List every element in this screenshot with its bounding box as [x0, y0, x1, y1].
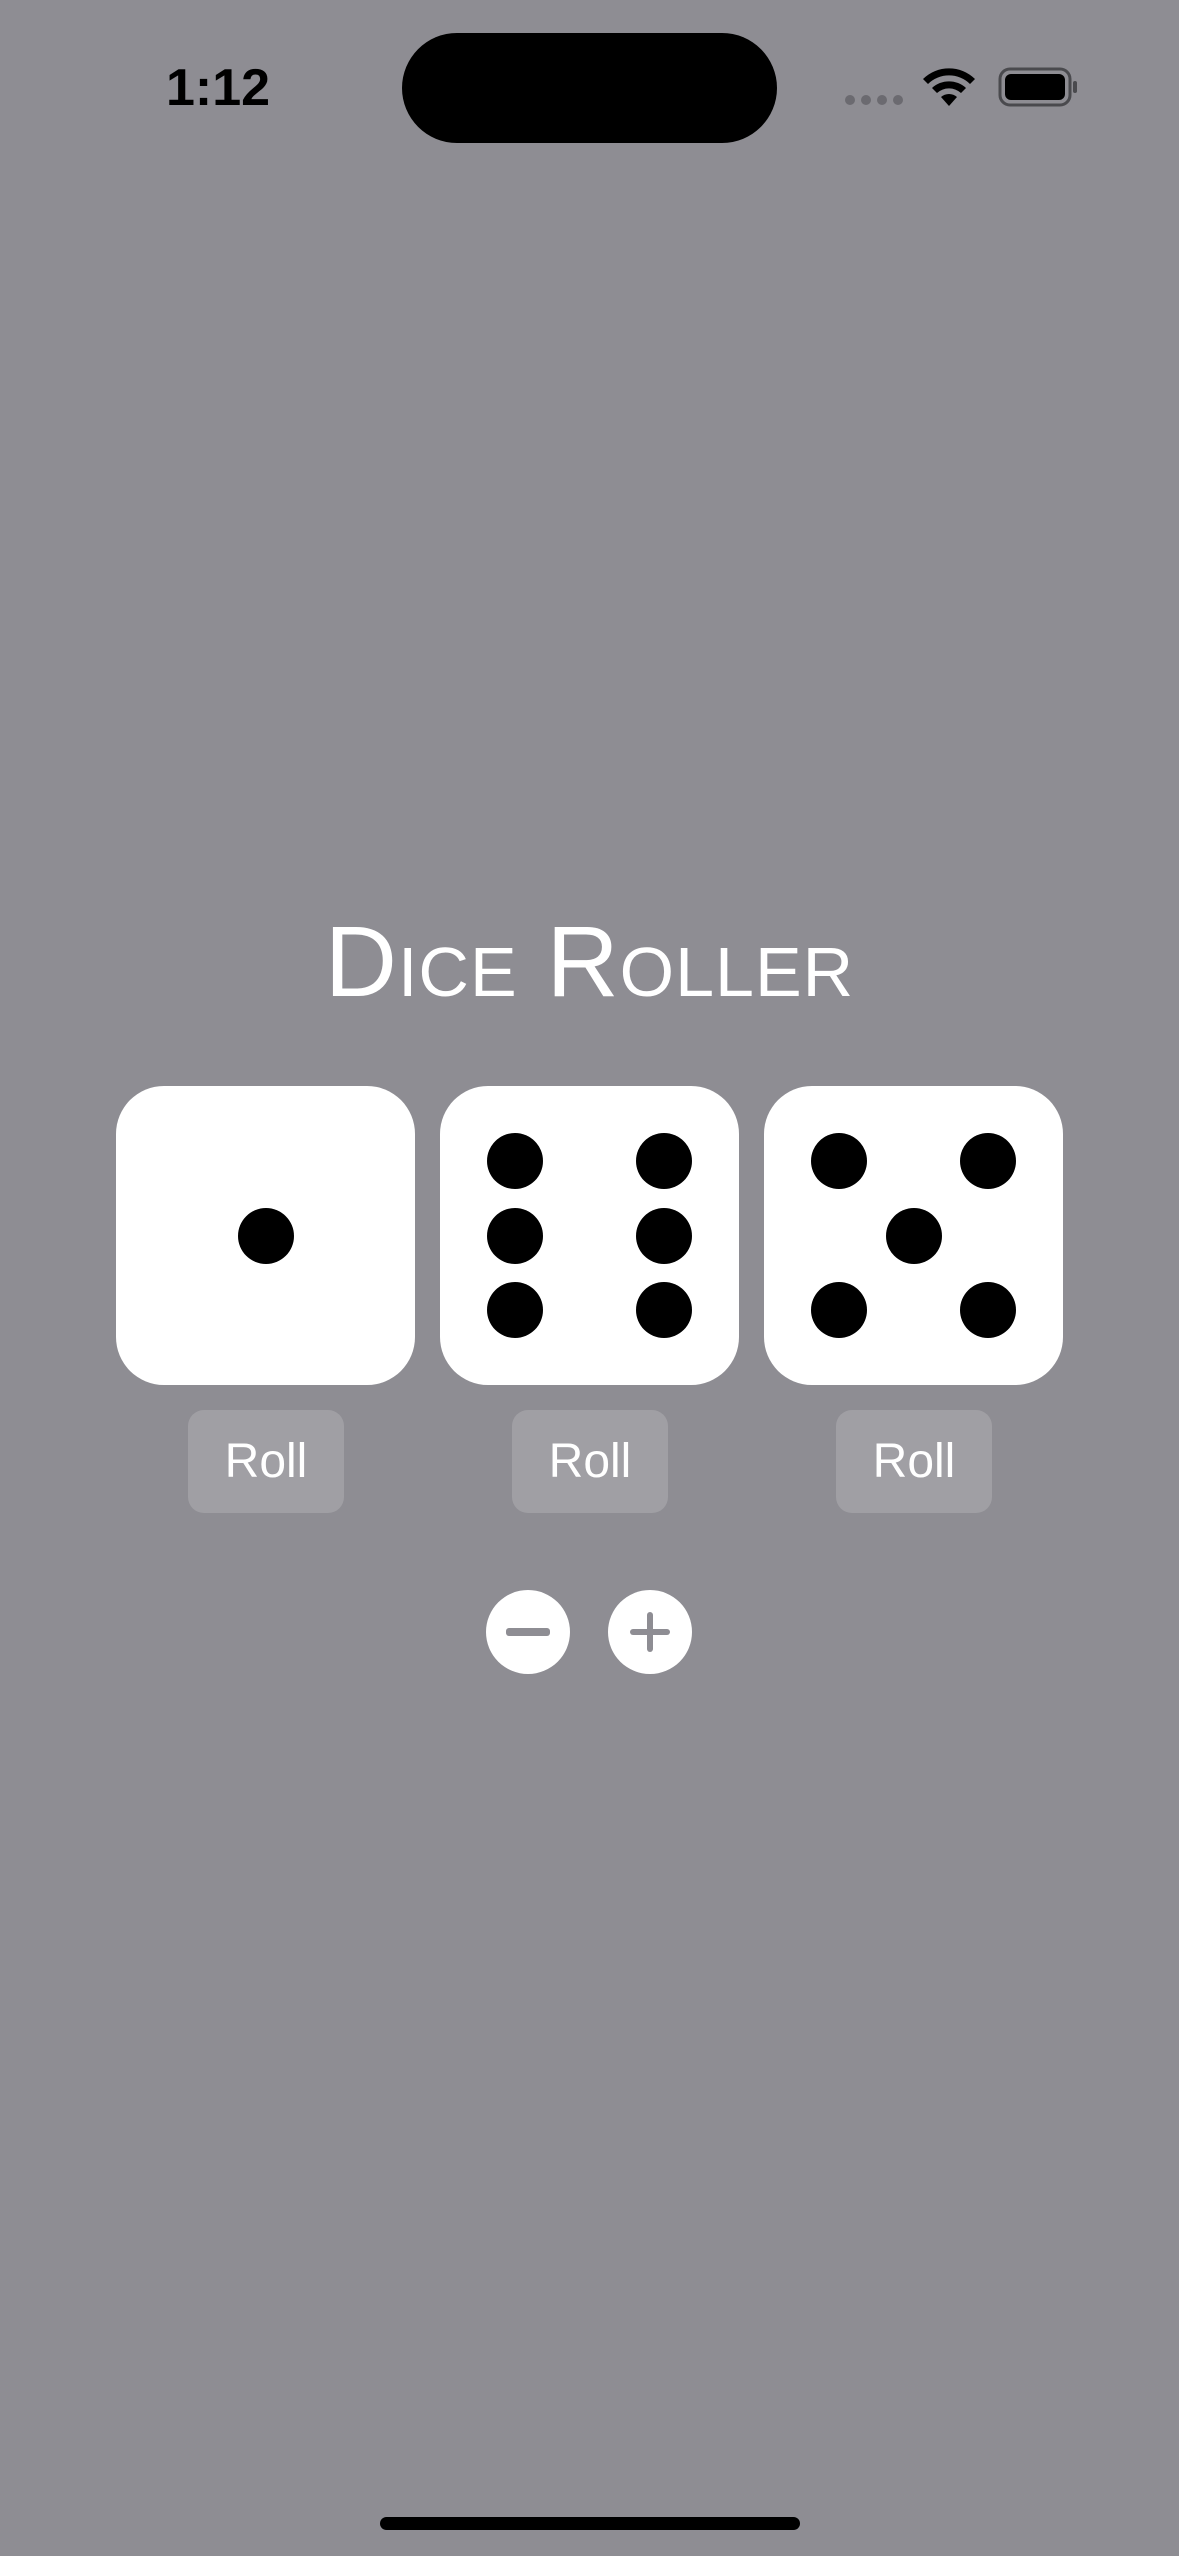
die-pip [810, 1282, 867, 1339]
page-title: Dice Roller [324, 906, 855, 1018]
die-pip [810, 1132, 867, 1189]
cellular-signal-icon [845, 95, 903, 105]
die-pip [960, 1282, 1017, 1339]
die-pip [486, 1282, 543, 1339]
die-pip [885, 1207, 942, 1264]
dynamic-island [402, 33, 777, 143]
status-time: 1:12 [166, 59, 271, 117]
wifi-icon [923, 68, 975, 106]
roll-button-die-3[interactable]: Roll [836, 1410, 992, 1513]
die-pip [636, 1207, 693, 1264]
minus-icon [506, 1628, 550, 1636]
add-die-button[interactable] [608, 1590, 692, 1674]
die-pip [486, 1207, 543, 1264]
remove-die-button[interactable] [486, 1590, 570, 1674]
die-3 [764, 1086, 1063, 1385]
home-indicator[interactable] [380, 2517, 800, 2530]
die-pip [960, 1132, 1017, 1189]
roll-button-die-2[interactable]: Roll [512, 1410, 668, 1513]
die-pip [636, 1282, 693, 1339]
die-1 [116, 1086, 415, 1385]
app-screen: 1:12 Dice Roller Roll Roll Roll [0, 0, 1179, 2556]
die-pip [636, 1132, 693, 1189]
roll-button-die-1[interactable]: Roll [188, 1410, 344, 1513]
die-pip [237, 1207, 294, 1264]
die-pip [486, 1132, 543, 1189]
die-2 [440, 1086, 739, 1385]
battery-icon [998, 67, 1077, 107]
